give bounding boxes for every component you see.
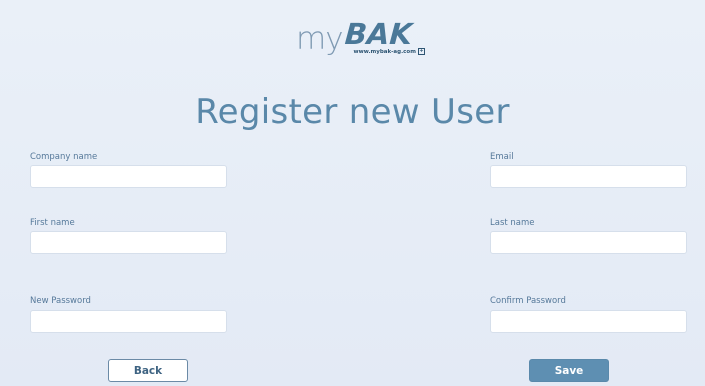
logo-my-text: my	[296, 21, 344, 57]
company-name-label: Company name	[30, 152, 98, 162]
last-name-label: Last name	[490, 218, 535, 228]
confirm-password-label: Confirm Password	[490, 296, 566, 306]
logo-right: BAK www.mybak-ag.com +	[343, 17, 425, 55]
first-name-input[interactable]	[30, 231, 227, 254]
confirm-password-input[interactable]	[490, 310, 687, 333]
page-title: Register new User	[195, 92, 510, 132]
company-name-input[interactable]	[30, 165, 227, 188]
email-input[interactable]	[490, 165, 687, 188]
new-password-label: New Password	[30, 296, 91, 306]
new-password-input[interactable]	[30, 310, 227, 333]
back-button[interactable]: Back	[108, 359, 188, 382]
logo-bak-text: BAK	[343, 17, 413, 51]
email-label: Email	[490, 152, 514, 162]
mybak-logo: my BAK www.mybak-ag.com +	[296, 17, 425, 64]
save-button[interactable]: Save	[529, 359, 609, 382]
first-name-label: First name	[30, 218, 75, 228]
last-name-input[interactable]	[490, 231, 687, 254]
plus-box-icon: +	[417, 48, 425, 55]
